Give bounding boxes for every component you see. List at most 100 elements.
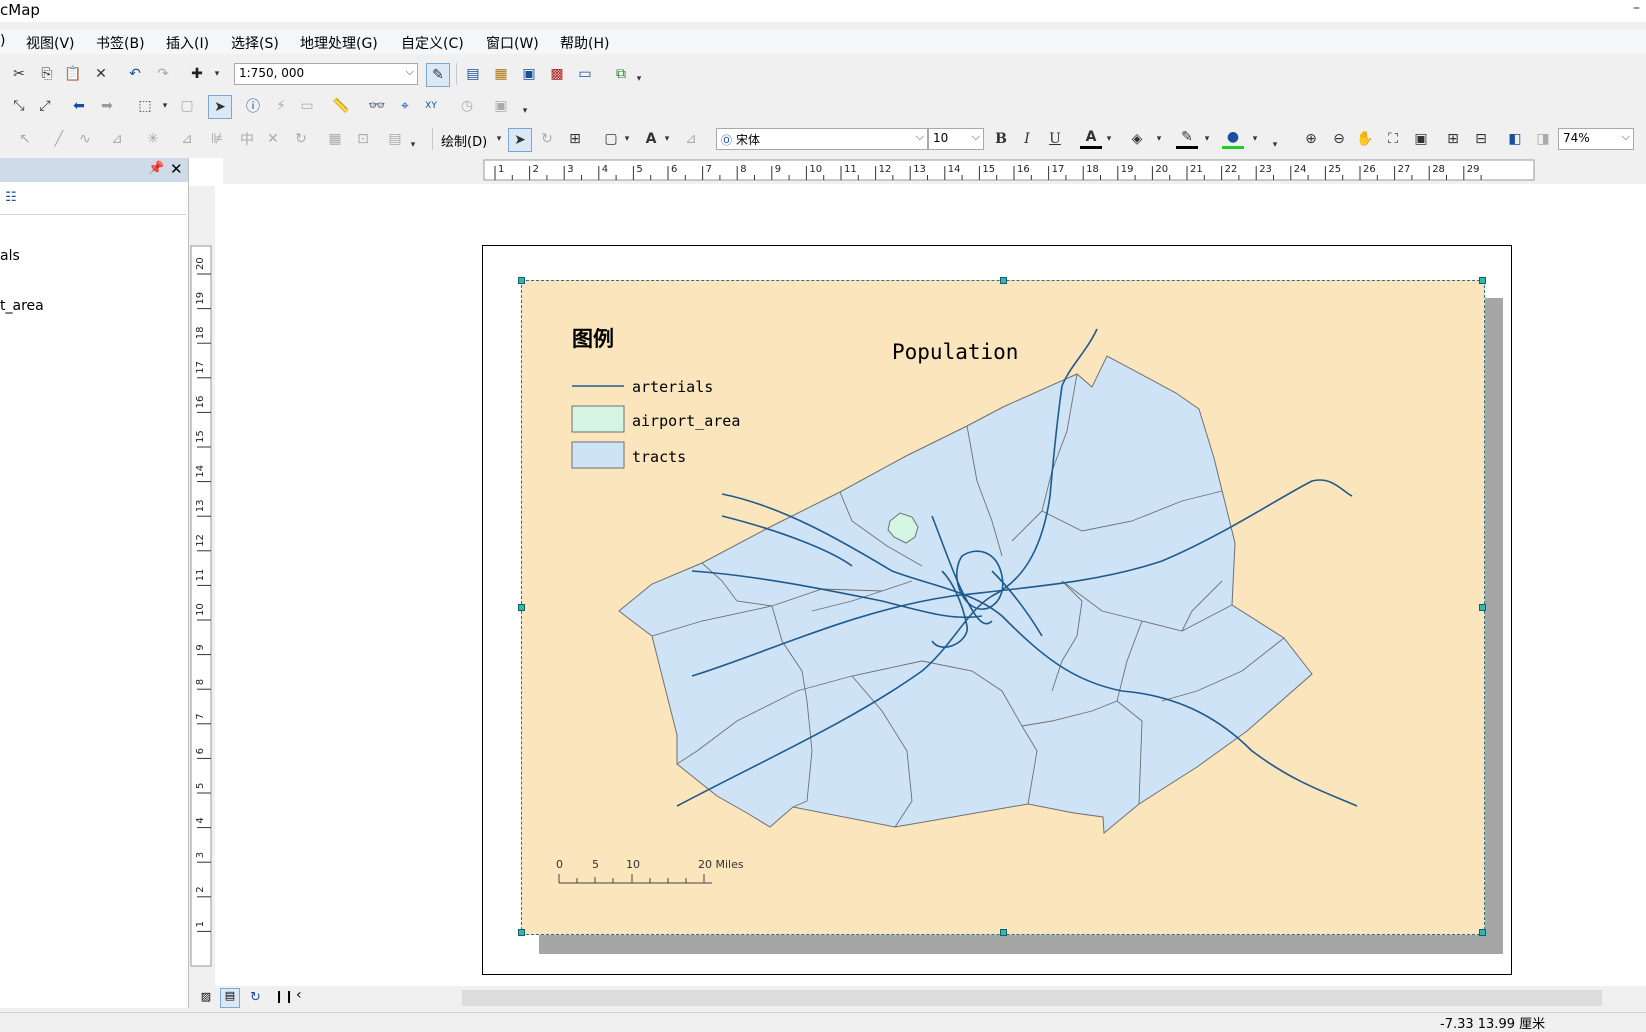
delete-icon[interactable]: ✕ — [90, 63, 112, 85]
zoom-percent-combo[interactable]: 74% ⌵ — [1558, 128, 1634, 150]
catalog-icon[interactable]: ▦ — [490, 63, 512, 85]
straight-segment-icon[interactable]: ╱ — [48, 128, 70, 150]
font-name-combo[interactable]: Ⓞ 宋体 ⌵ — [716, 128, 928, 150]
select-elements-icon[interactable]: ➤ — [508, 128, 532, 152]
fixed-zoom-out-icon[interactable]: ⤢ — [34, 95, 56, 117]
menu-item-view[interactable]: 视图(V) — [26, 33, 75, 53]
fill-color-dropdown-icon[interactable]: ▾ — [1154, 128, 1164, 150]
go-forward-icon[interactable]: ➡ — [96, 95, 118, 117]
draw-menu-dropdown-icon[interactable]: ▾ — [494, 128, 504, 150]
selection-handle[interactable] — [1479, 929, 1486, 936]
selection-handle[interactable] — [1479, 604, 1486, 611]
draw-menu-button[interactable]: 绘制(D) — [441, 131, 487, 150]
select-features-icon[interactable]: ⬚ — [134, 95, 156, 117]
html-popup-icon[interactable]: ▭ — [296, 95, 318, 117]
cut-icon[interactable]: ✂ — [8, 63, 30, 85]
selection-handle[interactable] — [518, 929, 525, 936]
add-data-icon[interactable]: ✚ — [186, 63, 208, 85]
previous-extent-icon[interactable]: ◧ — [1504, 128, 1526, 150]
convert-to-graphics-icon[interactable]: ⊿ — [680, 128, 702, 150]
toolbar-overflow-icon[interactable]: ▾ — [634, 68, 644, 90]
sketch-properties-icon[interactable]: ↻ — [290, 128, 312, 150]
horizontal-scrollbar[interactable] — [462, 990, 1602, 1006]
text-dropdown-icon[interactable]: ▾ — [662, 128, 672, 150]
viewer-window-icon[interactable]: ▣ — [490, 95, 512, 117]
pause-drawing-icon[interactable]: ❙❙ — [274, 989, 294, 1003]
toolbar-overflow-icon[interactable]: ▾ — [1270, 134, 1280, 156]
scroll-left-icon[interactable]: ‹ — [296, 987, 302, 1003]
bold-button[interactable]: B — [990, 128, 1012, 150]
go-to-xy-icon[interactable]: XY — [420, 95, 442, 117]
line-color-dropdown-icon[interactable]: ▾ — [1202, 128, 1212, 150]
clear-selection-icon[interactable]: ▢ — [176, 95, 198, 117]
menu-item-insert[interactable]: 插入(I) — [166, 33, 209, 53]
identify-icon[interactable]: ⓘ — [242, 95, 264, 117]
selection-handle[interactable] — [518, 277, 525, 284]
line-color-icon[interactable]: ✎ — [1176, 128, 1198, 149]
undo-icon[interactable]: ↶ — [124, 63, 146, 85]
attributes-icon[interactable]: ⊯ — [206, 128, 228, 150]
selection-handle[interactable] — [1000, 929, 1007, 936]
next-extent-icon[interactable]: ◨ — [1532, 128, 1554, 150]
menu-item-help[interactable]: 帮助(H) — [560, 33, 609, 53]
editor-toolbar-icon[interactable]: ✎ — [426, 63, 450, 87]
copy-icon[interactable]: ⎘ — [36, 63, 58, 85]
data-frame[interactable]: 图例 arterials airport_area tracts Populat… — [518, 277, 1486, 936]
reshape-icon[interactable]: ✕ — [262, 128, 284, 150]
toolbox-icon[interactable]: ▩ — [546, 63, 568, 85]
toolbar-overflow-icon[interactable]: ▾ — [408, 134, 418, 156]
time-slider-icon[interactable]: ◷ — [456, 95, 478, 117]
fixed-zoom-in-page-icon[interactable]: ⊞ — [1442, 128, 1464, 150]
italic-button[interactable]: I — [1016, 128, 1038, 150]
list-by-drawing-order-icon[interactable]: ☷ — [0, 186, 22, 208]
select-elements-icon[interactable]: ➤ — [208, 95, 232, 119]
close-icon[interactable]: ✕ — [170, 160, 183, 178]
selection-handle[interactable] — [518, 604, 525, 611]
zoom-out-page-icon[interactable]: ⊖ — [1328, 128, 1350, 150]
marker-color-icon[interactable]: ● — [1222, 128, 1244, 149]
zoom-in-page-icon[interactable]: ⊕ — [1300, 128, 1322, 150]
menu-item-bookmarks[interactable]: 书签(B) — [96, 33, 145, 53]
zoom-to-selected-icon[interactable]: ⊞ — [564, 128, 586, 150]
cut-polygon-icon[interactable]: 中 — [236, 128, 258, 150]
menu-item-customize[interactable]: 自定义(C) — [401, 33, 464, 53]
pin-icon[interactable]: 📌 — [148, 161, 164, 176]
underline-button[interactable]: U — [1044, 128, 1066, 150]
find-icon[interactable]: 👓 — [366, 95, 388, 117]
data-view-icon[interactable]: ▨ — [198, 990, 214, 1006]
curve-icon[interactable]: ∿ — [74, 128, 96, 150]
toc-layer-arterials[interactable]: als — [0, 248, 20, 264]
scale-combo[interactable]: 1:750, 000 ⌵ — [234, 63, 418, 85]
search-window-icon[interactable]: ▣ — [518, 63, 540, 85]
split-tool-icon[interactable]: ✳ — [142, 128, 164, 150]
font-color-button[interactable]: A — [1080, 128, 1102, 149]
menu-item-geoprocessing[interactable]: 地理处理(G) — [300, 33, 378, 53]
refresh-icon[interactable]: ↻ — [250, 990, 261, 1005]
select-dropdown-icon[interactable]: ▾ — [154, 95, 176, 117]
sketch-icon[interactable]: ⊡ — [352, 128, 374, 150]
find-route-icon[interactable]: ⌖ — [394, 95, 416, 117]
editor-properties-icon[interactable]: ▤ — [384, 128, 406, 150]
pan-page-icon[interactable]: ✋ — [1354, 128, 1376, 150]
topology-icon[interactable]: ▦ — [324, 128, 346, 150]
fill-color-icon[interactable]: ◈ — [1126, 128, 1148, 150]
selection-handle[interactable] — [1479, 277, 1486, 284]
fixed-zoom-in-icon[interactable]: ⤡ — [8, 95, 30, 117]
font-size-combo[interactable]: 10 ⌵ — [928, 128, 984, 150]
zoom-100-percent-icon[interactable]: ▣ — [1410, 128, 1432, 150]
python-window-icon[interactable]: ▭ — [574, 63, 596, 85]
hyperlink-icon[interactable]: ⚡ — [270, 95, 292, 117]
edit-tool-icon[interactable]: ↖ — [14, 128, 36, 150]
rotate-tool-icon[interactable]: ⊿ — [176, 128, 198, 150]
paste-icon[interactable]: 📋 — [62, 63, 84, 85]
menu-item-windows[interactable]: 窗口(W) — [486, 33, 539, 53]
rectangle-dropdown-icon[interactable]: ▾ — [622, 128, 632, 150]
toc-layer-airport-area[interactable]: t_area — [0, 298, 44, 314]
menu-item-previous[interactable]: ) — [0, 33, 5, 49]
rotate-element-icon[interactable]: ↻ — [536, 128, 558, 150]
selection-handle[interactable] — [1000, 277, 1007, 284]
marker-color-dropdown-icon[interactable]: ▾ — [1250, 128, 1260, 150]
layout-view-icon[interactable]: ▤ — [220, 988, 240, 1008]
zoom-whole-page-icon[interactable]: ⛶ — [1382, 128, 1404, 150]
add-data-dropdown-icon[interactable]: ▾ — [206, 63, 228, 85]
